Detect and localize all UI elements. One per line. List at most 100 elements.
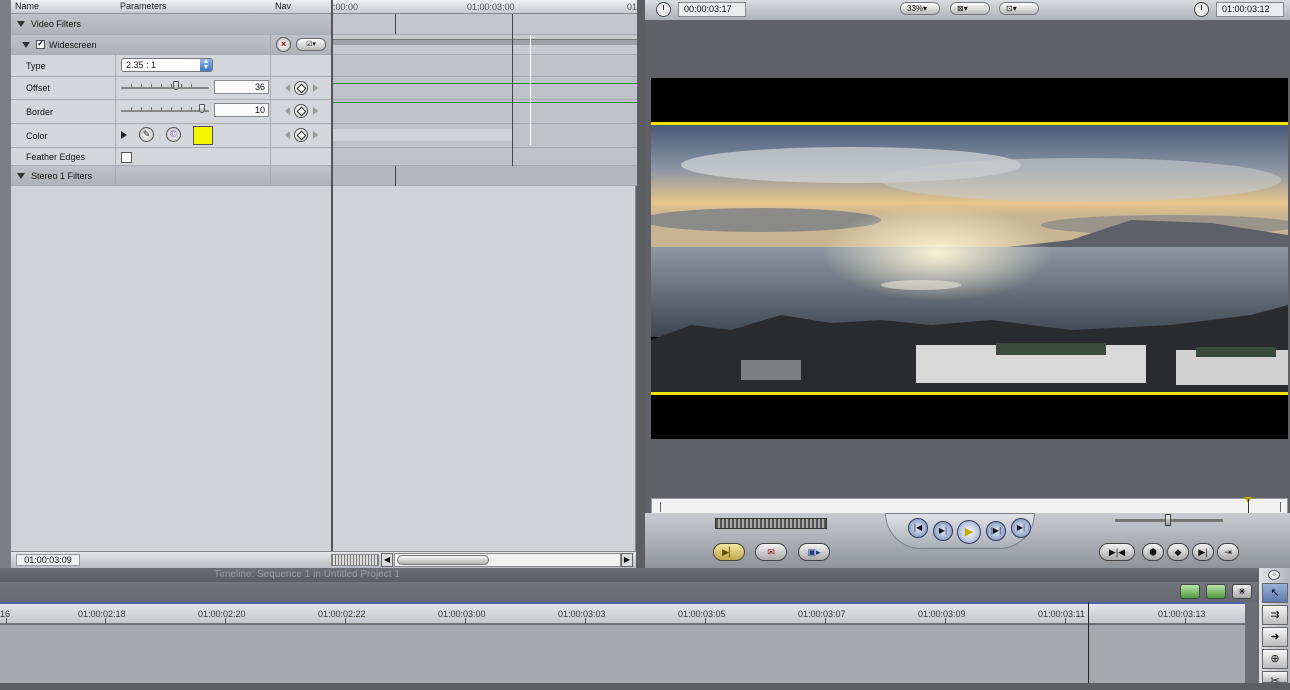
- keyframe-ruler[interactable]: :00:00 01:00:03:00 01: [333, 0, 637, 14]
- border-value-field[interactable]: 10: [214, 103, 269, 117]
- edit-select-tool-icon[interactable]: ➜: [1262, 627, 1288, 647]
- add-keyframe-icon[interactable]: ⬢: [1142, 543, 1164, 561]
- keyframe-playhead[interactable]: [530, 35, 531, 145]
- scroll-left-icon[interactable]: ◀: [381, 553, 393, 567]
- mark-in-out-icon[interactable]: ▶|◀: [1099, 543, 1135, 561]
- group-row-stereo-filters[interactable]: Stereo 1 Filters: [11, 166, 331, 186]
- ruler-tick: [705, 618, 706, 624]
- ruler-timecode-label: 01:00:03:07: [798, 609, 846, 619]
- filter-row-widescreen[interactable]: Widescreen × ☑▾: [11, 35, 331, 55]
- reset-menu-button[interactable]: ☑▾: [296, 38, 326, 51]
- ruler-tick: [825, 618, 826, 624]
- duration-field[interactable]: 00:00:03:17: [678, 2, 746, 17]
- add-marker-icon[interactable]: ✉: [755, 543, 787, 561]
- border-slider[interactable]: [121, 104, 209, 113]
- disclosure-triangle-icon[interactable]: [17, 21, 25, 27]
- expand-color-icon[interactable]: [121, 131, 127, 139]
- popup-arrows-icon: ▲ ▼: [200, 58, 212, 71]
- filter-enable-checkbox[interactable]: [36, 38, 45, 49]
- go-to-next-edit-icon[interactable]: ▶|: [1011, 518, 1031, 538]
- track-select-tool-icon[interactable]: ⇉: [1262, 605, 1288, 625]
- slider-thumb[interactable]: [199, 104, 205, 113]
- prev-keyframe-icon[interactable]: [285, 84, 290, 92]
- type-value: 2.35 : 1: [126, 60, 157, 70]
- keyframe-graph[interactable]: :00:00 01:00:03:00 01: [331, 0, 637, 568]
- timeline-playhead[interactable]: [1088, 602, 1089, 683]
- param-row-border: Border 10: [11, 100, 331, 124]
- duration-clock-icon: [656, 2, 671, 17]
- ruler-timecode-label: 01:00:03:03: [558, 609, 606, 619]
- play-around-icon[interactable]: |▶|: [986, 521, 1006, 541]
- ruler-timecode-label: 01:00:03:13: [1158, 609, 1206, 619]
- overlay-popup[interactable]: ⊡▾: [999, 2, 1039, 15]
- current-timecode-field[interactable]: 01:00:03:09: [16, 554, 80, 566]
- zoom-popup[interactable]: 33%▾: [900, 2, 940, 15]
- go-to-previous-edit-icon[interactable]: |◀: [908, 518, 928, 538]
- play-button[interactable]: ▶: [957, 520, 981, 544]
- keyframe-track: [333, 148, 637, 166]
- slider-thumb[interactable]: [173, 81, 179, 90]
- ripple-tool-icon[interactable]: ⊕: [1262, 649, 1288, 669]
- shuttle-thumb[interactable]: [1165, 514, 1171, 526]
- ruler-timecode-label: 01:00:03:11: [1038, 609, 1085, 619]
- param-label: Offset: [11, 77, 116, 99]
- keyframe-track: [333, 55, 637, 77]
- mark-clip-icon[interactable]: ▶▏: [713, 543, 745, 561]
- column-header-parameters[interactable]: Parameters: [116, 0, 271, 14]
- view-mode-popup[interactable]: ⊠▾: [950, 2, 990, 15]
- ruler-tick: [1065, 618, 1066, 624]
- scroll-right-icon[interactable]: ▶: [621, 553, 633, 567]
- column-header-nav[interactable]: Nav: [271, 0, 331, 14]
- scrubber-bar[interactable]: [651, 497, 1288, 514]
- timeline-ruler[interactable]: 16 01:00:02:18 01:00:02:20 01:00:02:22 01:00…: [0, 602, 1245, 624]
- add-keyframe-icon[interactable]: [294, 128, 308, 142]
- group-row-video-filters[interactable]: Video Filters: [11, 14, 331, 35]
- current-time-clock-icon: [1194, 2, 1209, 17]
- disclosure-triangle-icon[interactable]: [17, 172, 25, 179]
- timeline-tracks[interactable]: [0, 625, 1245, 683]
- add-keyframe-icon[interactable]: [294, 81, 308, 95]
- horizontal-scrollbar[interactable]: [394, 553, 621, 567]
- video-canvas[interactable]: [651, 78, 1288, 439]
- param-label: Color: [11, 124, 116, 147]
- color-wheel-icon[interactable]: ©: [166, 127, 181, 142]
- offset-slider[interactable]: [121, 81, 209, 90]
- eyedropper-icon[interactable]: ✎: [139, 127, 154, 142]
- disclosure-triangle-icon[interactable]: [22, 41, 30, 48]
- offset-value-field[interactable]: 36: [214, 80, 269, 94]
- mark-out-icon[interactable]: ▶|: [1192, 543, 1214, 561]
- prev-keyframe-icon[interactable]: [285, 131, 290, 139]
- param-row-type: Type 2.35 : 1 ▲ ▼: [11, 55, 331, 77]
- color-swatch[interactable]: [193, 126, 213, 145]
- match-frame-icon[interactable]: ▣▸: [798, 543, 830, 561]
- selection-tool-icon[interactable]: ↖: [1262, 583, 1288, 603]
- close-icon[interactable]: ○: [1268, 570, 1280, 580]
- jog-wheel[interactable]: [715, 518, 827, 529]
- ruler-timecode-label: 01:00:03:05: [678, 609, 726, 619]
- ruler-label: :00:00: [333, 2, 359, 12]
- prev-keyframe-icon[interactable]: [285, 107, 290, 115]
- param-row-feather-edges: Feather Edges: [11, 148, 331, 166]
- remove-filter-icon[interactable]: ×: [276, 37, 291, 52]
- shuttle-slider[interactable]: [1115, 514, 1223, 526]
- column-header-name[interactable]: Name: [11, 0, 116, 14]
- next-keyframe-icon[interactable]: [313, 131, 318, 139]
- zoom-slider[interactable]: [331, 554, 379, 566]
- feather-edges-checkbox[interactable]: [121, 152, 132, 163]
- next-keyframe-icon[interactable]: [313, 107, 318, 115]
- param-label: Feather Edges: [11, 148, 116, 165]
- razor-tool-icon[interactable]: ✂: [1262, 671, 1288, 687]
- type-popup[interactable]: 2.35 : 1 ▲ ▼: [121, 58, 213, 72]
- play-in-to-out-icon[interactable]: ▶|: [933, 521, 953, 541]
- match-frame-button[interactable]: ⇥: [1217, 543, 1239, 561]
- linking-toggle-icon[interactable]: [1180, 584, 1200, 599]
- render-bar-icon[interactable]: ⋇: [1232, 584, 1252, 599]
- current-timecode-field[interactable]: 01:00:03:12: [1216, 2, 1284, 17]
- add-keyframe-icon[interactable]: [294, 104, 308, 118]
- snapping-toggle-icon[interactable]: [1206, 584, 1226, 599]
- next-keyframe-icon[interactable]: [313, 84, 318, 92]
- add-marker-button[interactable]: ◆: [1167, 543, 1189, 561]
- scrollbar-thumb[interactable]: [397, 555, 489, 565]
- keyframe-track: [333, 35, 637, 55]
- ruler-tick: [6, 618, 7, 624]
